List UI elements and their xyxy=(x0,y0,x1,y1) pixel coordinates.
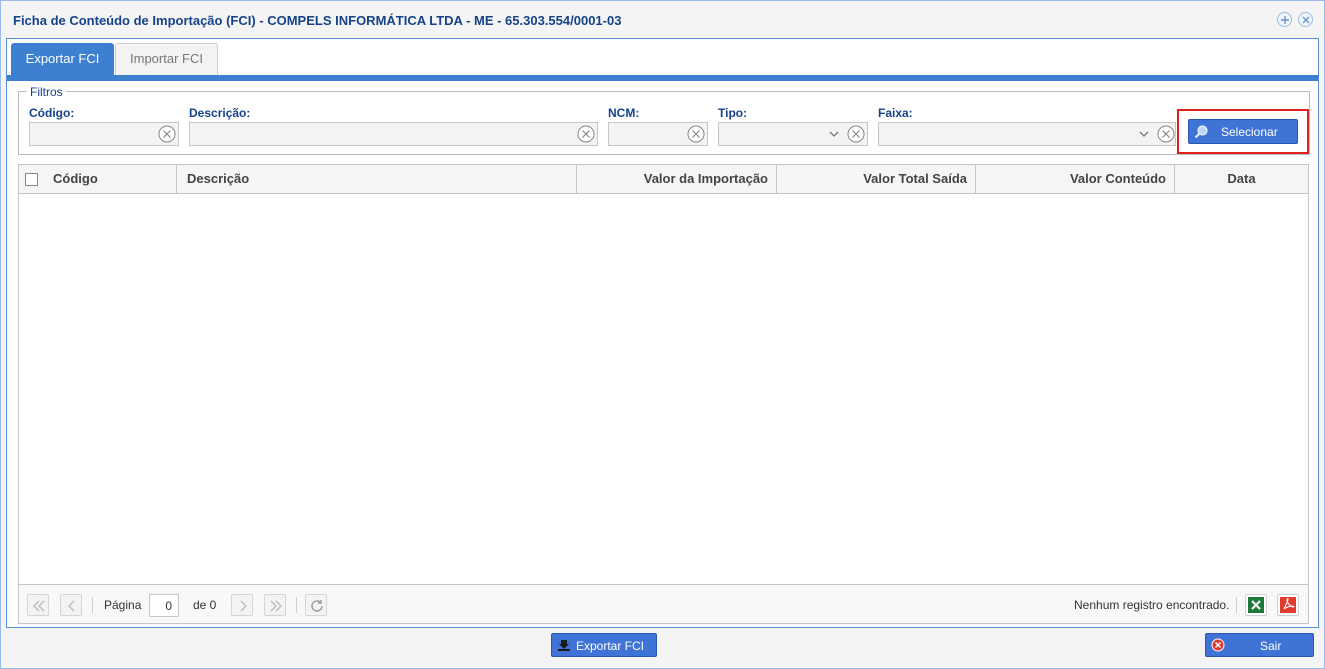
tab-bar: Exportar FCI Importar FCI xyxy=(7,39,1318,75)
fci-window: Ficha de Conteúdo de Importação (FCI) - … xyxy=(0,0,1325,669)
pdf-export-icon[interactable] xyxy=(1277,594,1299,616)
col-codigo[interactable]: Código xyxy=(19,165,177,193)
col-codigo-label: Código xyxy=(53,171,98,186)
clear-codigo-icon[interactable] xyxy=(157,124,177,144)
clear-descricao-icon[interactable] xyxy=(576,124,596,144)
next-page-icon[interactable] xyxy=(231,594,253,616)
clear-faixa-icon[interactable] xyxy=(1156,124,1176,144)
ncm-label: NCM: xyxy=(608,106,640,120)
filters-legend: Filtros xyxy=(27,85,66,99)
tipo-label: Tipo: xyxy=(718,106,748,120)
fci-grid: Código Descrição Valor da Importação Val… xyxy=(18,164,1309,624)
page-label: Página xyxy=(104,598,142,612)
export-fci-label: Exportar FCI xyxy=(576,639,645,653)
tab-importar-fci[interactable]: Importar FCI xyxy=(115,43,218,75)
faixa-select[interactable] xyxy=(878,122,1176,146)
pager-status: Nenhum registro encontrado. xyxy=(1074,598,1230,612)
pager-separator xyxy=(296,597,297,613)
filters-fieldset: Filtros Código: Descrição: NCM: Tipo: Fa… xyxy=(18,85,1310,155)
codigo-label: Código: xyxy=(29,106,75,120)
first-page-icon[interactable] xyxy=(27,594,49,616)
clear-ncm-icon[interactable] xyxy=(686,124,706,144)
pager-separator xyxy=(92,597,93,613)
window-header: Ficha de Conteúdo de Importação (FCI) - … xyxy=(1,1,1324,38)
close-icon[interactable] xyxy=(1298,12,1313,27)
export-fci-button[interactable]: Exportar FCI xyxy=(551,633,657,657)
refresh-icon[interactable] xyxy=(305,594,327,616)
page-count-label: de 0 xyxy=(193,598,217,612)
descricao-input[interactable] xyxy=(189,122,598,146)
descricao-label: Descrição: xyxy=(189,106,251,120)
exit-button[interactable]: Sair xyxy=(1205,633,1314,657)
faixa-label: Faixa: xyxy=(878,106,913,120)
tab-strip xyxy=(7,75,1318,81)
pager-separator xyxy=(1236,597,1237,613)
faixa-chevron-down-icon[interactable] xyxy=(1138,128,1150,140)
window-title: Ficha de Conteúdo de Importação (FCI) - … xyxy=(13,13,622,28)
excel-export-icon[interactable] xyxy=(1245,594,1267,616)
export-icon xyxy=(558,640,570,651)
prev-page-icon[interactable] xyxy=(60,594,82,616)
col-valor-conteudo[interactable]: Valor Conteúdo xyxy=(976,165,1175,193)
tab-exportar-fci[interactable]: Exportar FCI xyxy=(11,43,114,75)
clear-tipo-icon[interactable] xyxy=(846,124,866,144)
main-panel: Exportar FCI Importar FCI Filtros Código… xyxy=(6,38,1319,628)
col-valor-importacao[interactable]: Valor da Importação xyxy=(577,165,777,193)
select-button-label: Selecionar xyxy=(1221,125,1278,139)
exit-label: Sair xyxy=(1260,639,1282,653)
col-data[interactable]: Data xyxy=(1175,165,1308,193)
col-descricao[interactable]: Descrição xyxy=(177,165,577,193)
select-button[interactable]: Selecionar xyxy=(1188,119,1298,144)
exit-icon xyxy=(1211,638,1225,652)
maximize-icon[interactable] xyxy=(1277,12,1292,27)
search-icon xyxy=(1194,125,1208,139)
tipo-chevron-down-icon[interactable] xyxy=(828,128,840,140)
col-valor-total-saida[interactable]: Valor Total Saída xyxy=(777,165,976,193)
pager-toolbar: Página 0 de 0 Nenhum registro encontrado… xyxy=(19,584,1308,623)
page-number-input[interactable]: 0 xyxy=(149,594,179,617)
last-page-icon[interactable] xyxy=(264,594,286,616)
select-all-checkbox[interactable] xyxy=(25,173,38,186)
grid-header: Código Descrição Valor da Importação Val… xyxy=(19,165,1308,194)
